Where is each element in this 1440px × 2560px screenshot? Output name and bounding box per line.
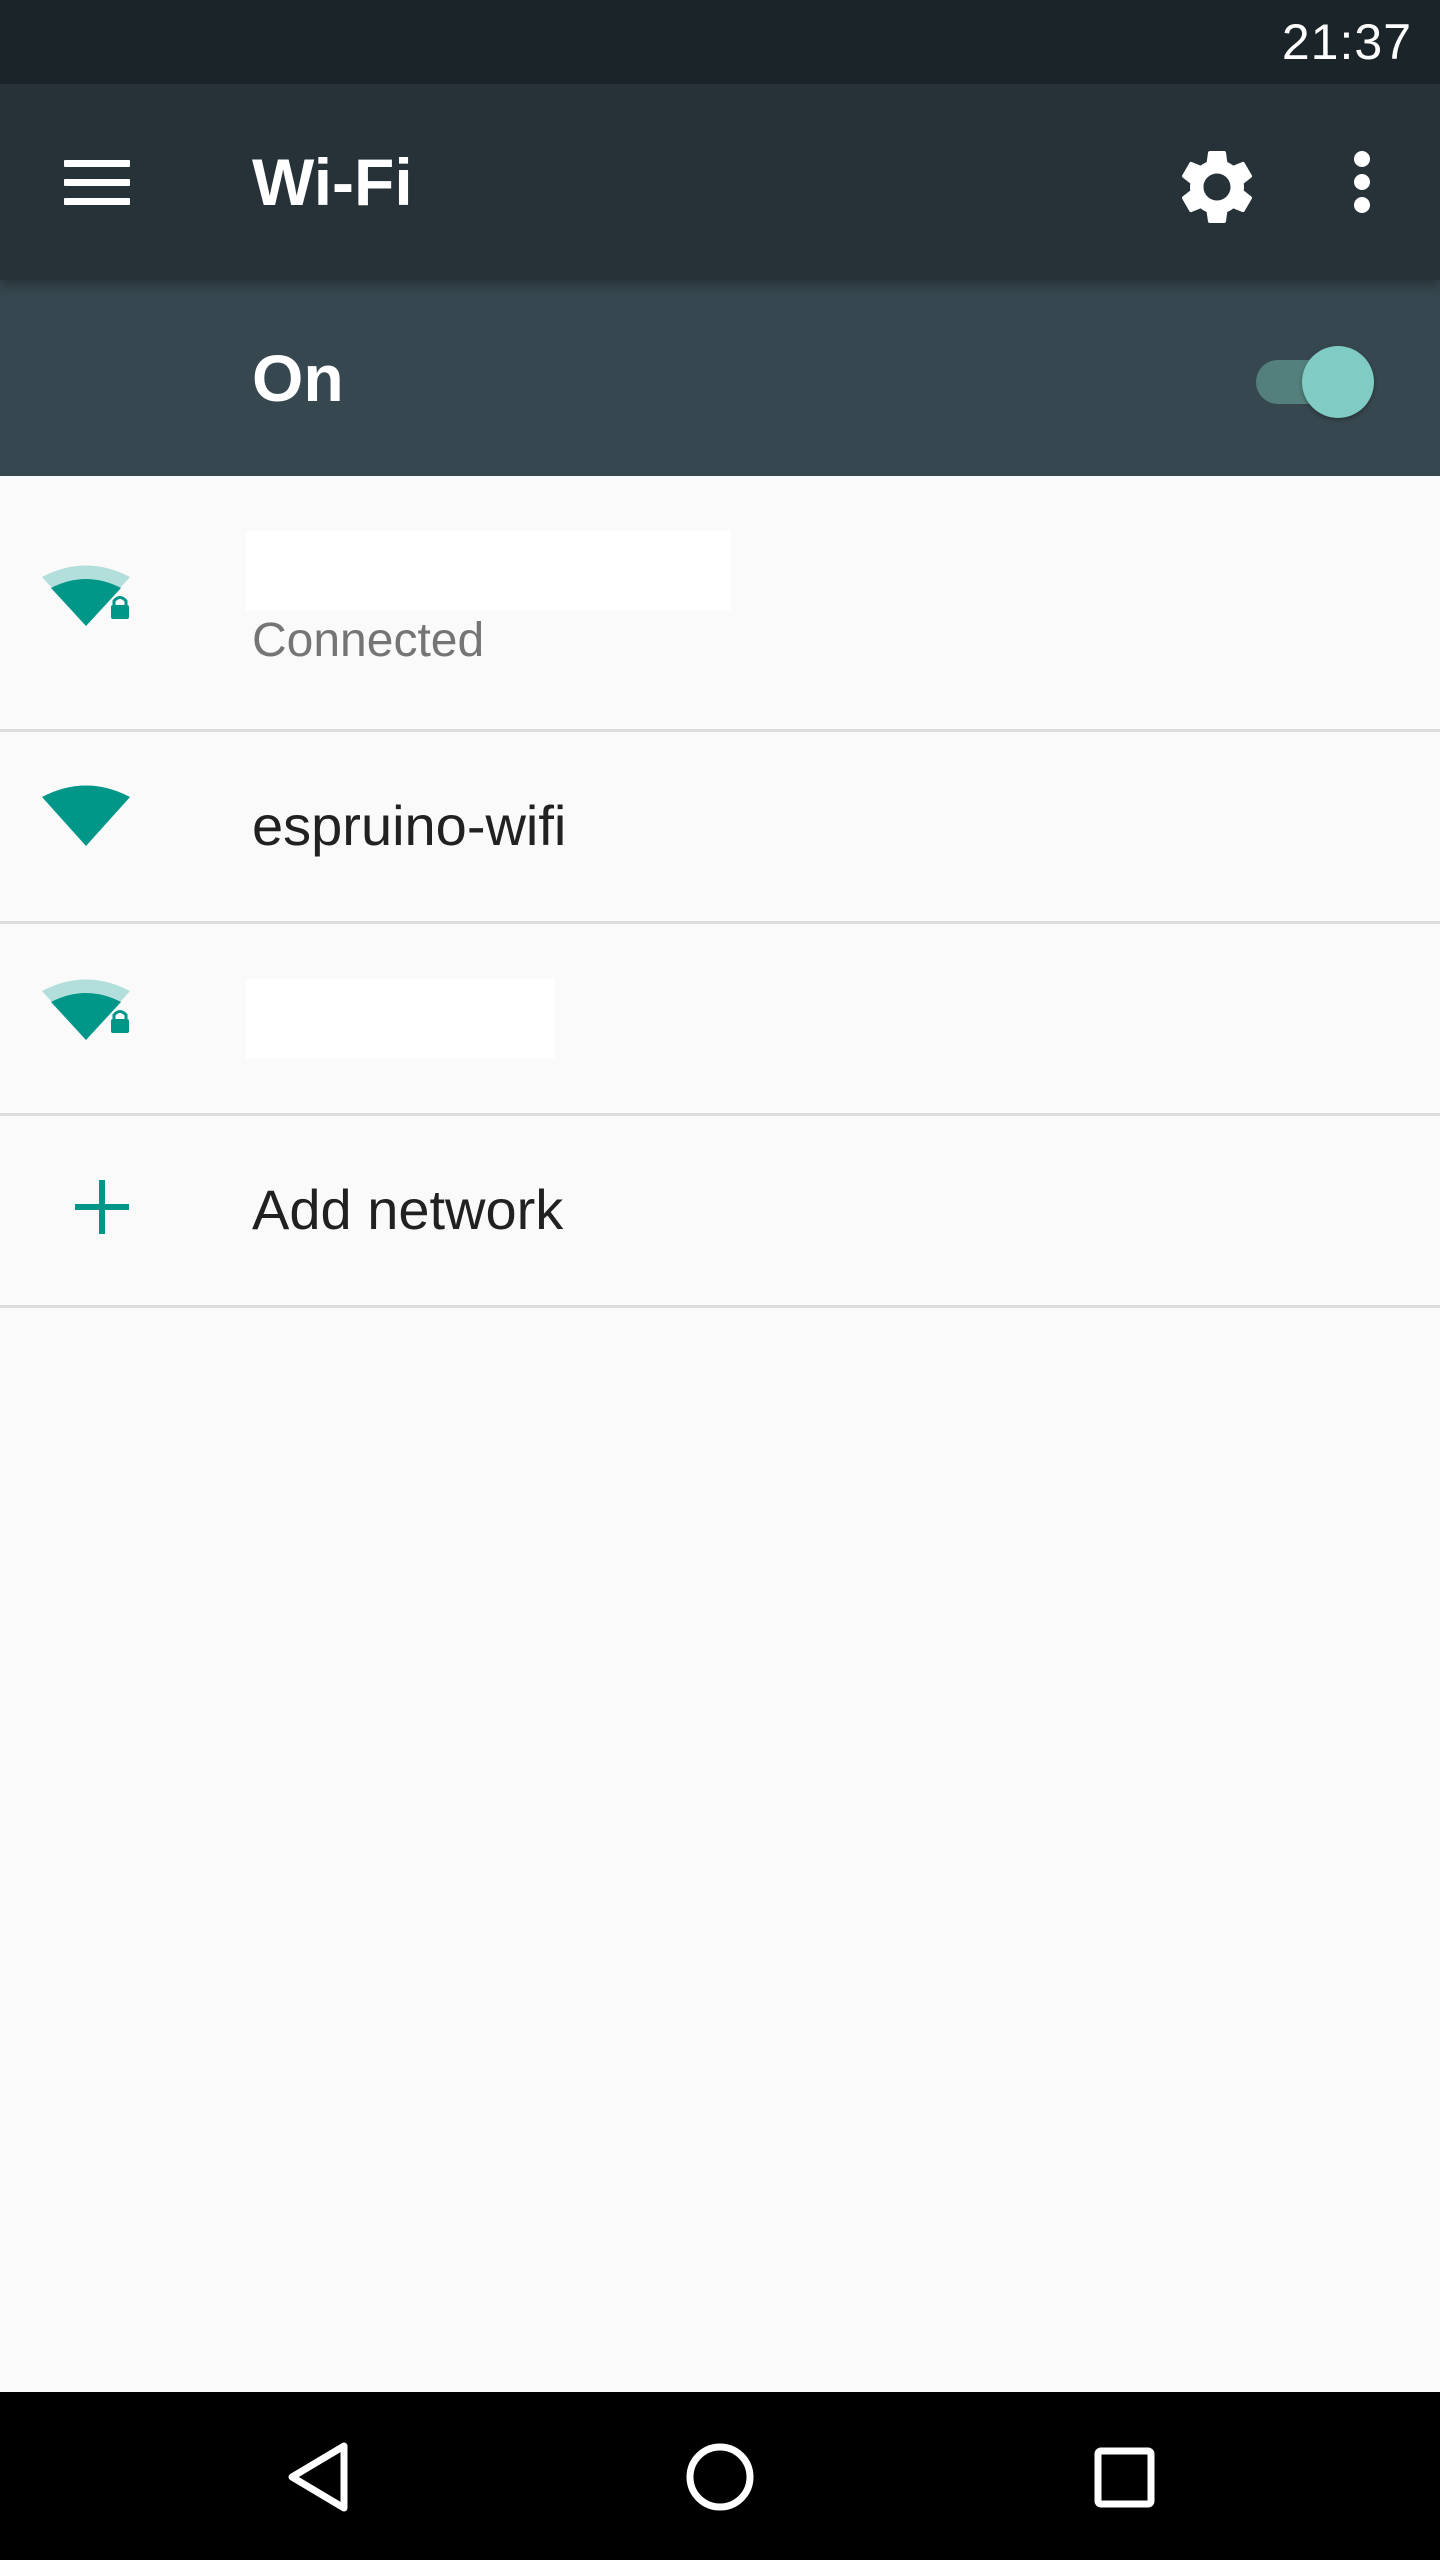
page-title: Wi-Fi <box>252 145 413 219</box>
more-vertical-icon <box>1354 151 1370 213</box>
settings-button[interactable] <box>1172 142 1262 232</box>
toggle-thumb <box>1302 346 1374 418</box>
network-row[interactable]: Connected <box>0 476 1440 732</box>
network-name-redacted <box>246 979 555 1059</box>
network-list: Connected espruino-wifi Add network <box>0 476 1440 1308</box>
wifi-signal-full-icon <box>42 785 130 846</box>
network-row[interactable]: espruino-wifi <box>0 732 1440 924</box>
recents-square-icon <box>1094 2447 1155 2508</box>
wifi-signal-secured-icon <box>42 979 130 1040</box>
network-status: Connected <box>252 614 485 667</box>
home-button[interactable] <box>670 2426 770 2526</box>
wifi-switch-label: On <box>252 341 344 415</box>
add-network-label: Add network <box>252 1178 564 1241</box>
status-bar: 21:37 <box>0 0 1440 84</box>
back-button[interactable] <box>266 2426 366 2526</box>
gear-icon <box>1181 151 1253 223</box>
more-options-button[interactable] <box>1320 142 1410 232</box>
wifi-switch-bar[interactable]: On <box>0 280 1440 476</box>
network-row[interactable] <box>0 924 1440 1116</box>
plus-icon <box>75 1180 129 1234</box>
home-circle-icon <box>686 2443 754 2511</box>
recents-button[interactable] <box>1074 2426 1174 2526</box>
network-name-redacted <box>246 531 731 611</box>
app-bar: Wi-Fi <box>0 84 1440 280</box>
status-time: 21:37 <box>1281 14 1412 70</box>
wifi-signal-secured-icon <box>42 565 130 626</box>
add-network-row[interactable]: Add network <box>0 1116 1440 1308</box>
network-name: espruino-wifi <box>252 794 567 857</box>
menu-button[interactable] <box>48 142 148 222</box>
navigation-bar <box>0 2392 1440 2560</box>
wifi-toggle[interactable] <box>1252 340 1378 420</box>
back-triangle-icon <box>288 2442 348 2512</box>
